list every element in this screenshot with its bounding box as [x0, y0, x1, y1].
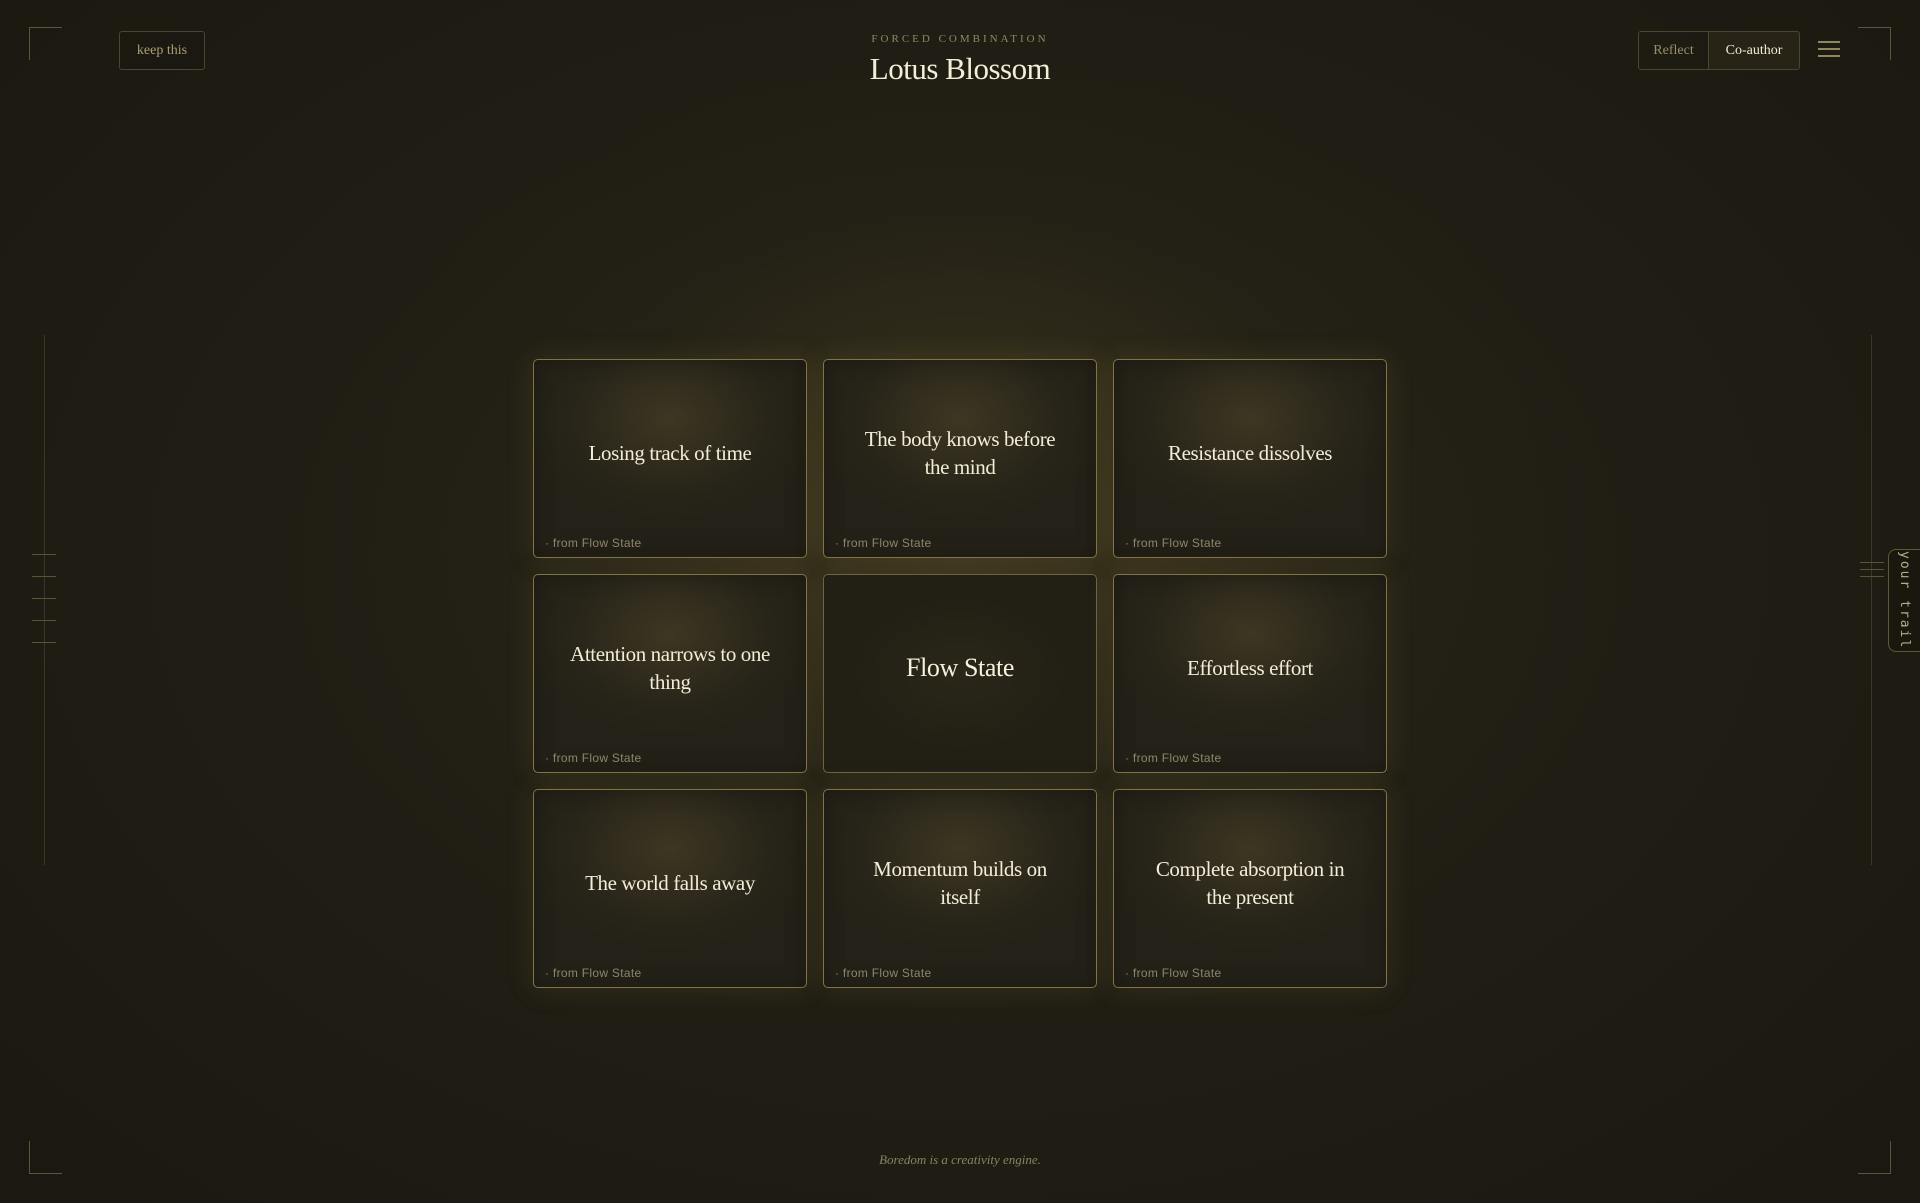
- card-source: · from Flow State: [545, 751, 642, 765]
- idea-card[interactable]: Effortless effort · from Flow State: [1113, 574, 1387, 773]
- card-prompt: Effortless effort: [1187, 655, 1313, 680]
- card-source: · from Flow State: [1125, 751, 1222, 765]
- card-prompt: Attention narrows to one thing: [570, 641, 770, 694]
- idea-card[interactable]: Resistance dissolves · from Flow State: [1113, 359, 1387, 558]
- your-trail-tab[interactable]: your trail: [1888, 549, 1920, 652]
- hamburger-icon[interactable]: [1818, 41, 1840, 59]
- center-theme-card[interactable]: Flow State: [823, 574, 1097, 773]
- your-trail-label: your trail: [1897, 551, 1912, 650]
- idea-card[interactable]: Complete absorption in the present · fro…: [1113, 789, 1387, 988]
- idea-card[interactable]: Losing track of time · from Flow State: [533, 359, 807, 558]
- idea-card[interactable]: Attention narrows to one thing · from Fl…: [533, 574, 807, 773]
- card-prompt: Resistance dissolves: [1167, 440, 1333, 465]
- card-prompt: The body knows before the mind: [864, 426, 1056, 479]
- idea-card[interactable]: Momentum builds on itself · from Flow St…: [823, 789, 1097, 988]
- footer-tagline: Boredom is a creativity engine.: [879, 1152, 1041, 1167]
- right-rail-ticks: [1860, 562, 1884, 583]
- mode-reflect-button[interactable]: Reflect: [1639, 32, 1709, 69]
- left-rail-ticks: [32, 554, 56, 664]
- mode-toggle: Reflect Co-author: [1638, 31, 1800, 70]
- card-prompt: The world falls away: [585, 870, 755, 895]
- idea-card[interactable]: The body knows before the mind · from Fl…: [823, 359, 1097, 558]
- page-header: FORCED COMBINATION Lotus Blossom: [0, 33, 1920, 87]
- page-title: Lotus Blossom: [869, 51, 1051, 86]
- mode-coauthor-button[interactable]: Co-author: [1709, 32, 1799, 69]
- card-source: · from Flow State: [545, 536, 642, 550]
- card-source: · from Flow State: [1125, 966, 1222, 980]
- card-source: · from Flow State: [1125, 536, 1222, 550]
- center-theme-label: Flow State: [906, 652, 1014, 682]
- lotus-grid: Losing track of time · from Flow State T…: [533, 359, 1387, 988]
- card-prompt: Losing track of time: [588, 440, 752, 465]
- card-prompt: Complete absorption in the present: [1155, 856, 1345, 909]
- idea-card[interactable]: The world falls away · from Flow State: [533, 789, 807, 988]
- card-source: · from Flow State: [835, 966, 932, 980]
- page-eyebrow: FORCED COMBINATION: [871, 33, 1049, 45]
- right-rail: [1871, 335, 1872, 865]
- card-source: · from Flow State: [835, 536, 932, 550]
- card-source: · from Flow State: [545, 966, 642, 980]
- card-prompt: Momentum builds on itself: [873, 856, 1047, 909]
